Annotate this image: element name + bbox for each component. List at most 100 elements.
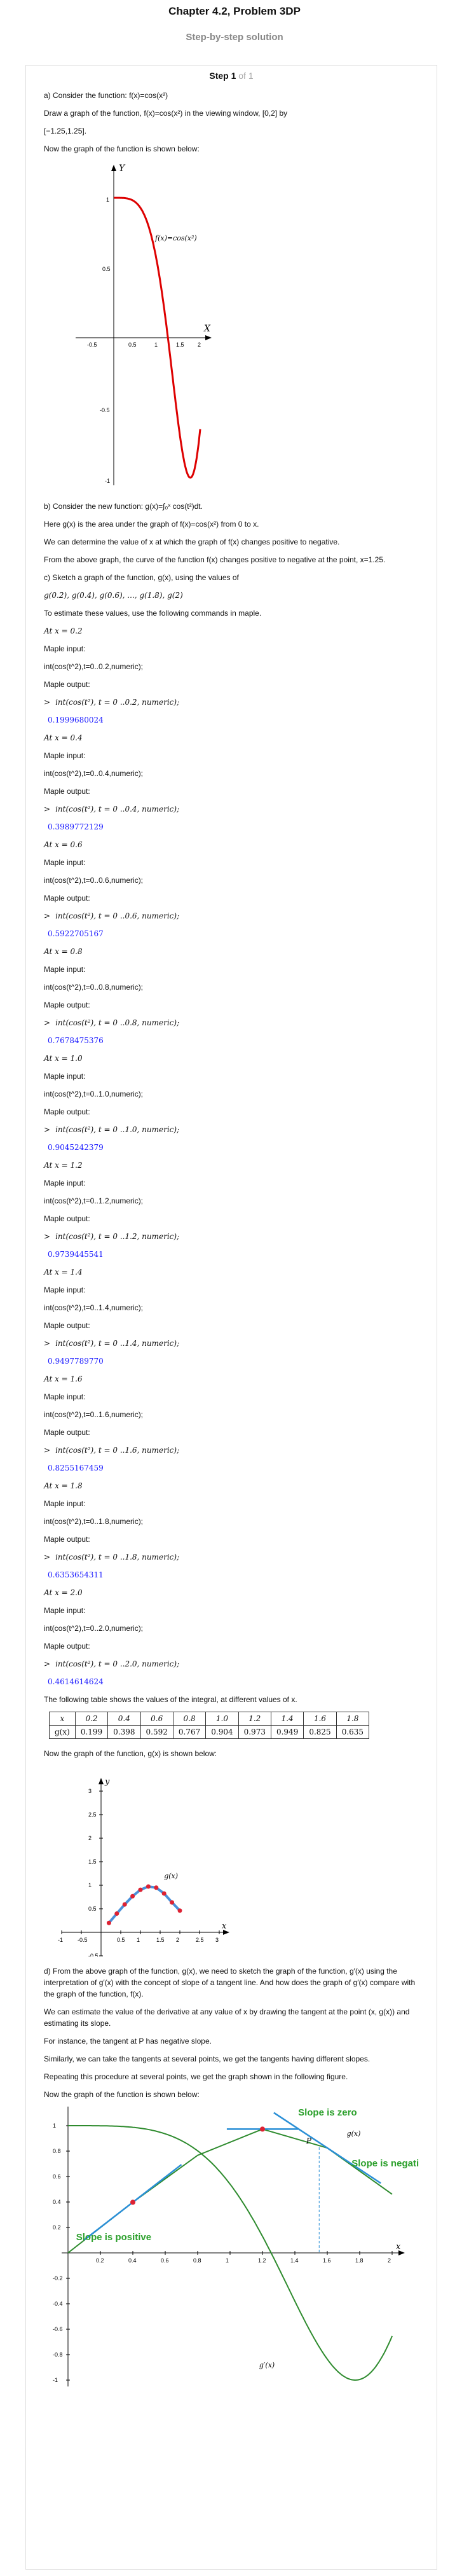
part-a-line4: Now the graph of the function is shown b… xyxy=(44,144,200,153)
part-c-line3: To estimate these values, use the follow… xyxy=(44,609,262,618)
derivative-graph: yx0.20.40.60.811.21.41.61.82-1-0.8-0.6-0… xyxy=(53,2107,419,2386)
maple-input-code: int(cos(t^2),t=0..0.4,numeric); xyxy=(44,769,144,778)
table-cell: 0.973 xyxy=(238,1725,271,1739)
part-d-line2: We can estimate the value of the derivat… xyxy=(44,2007,410,2028)
tangent-negative xyxy=(273,2112,381,2184)
maple-entries: At x = 0.2 Maple input: int(cos(t^2),t=0..… xyxy=(44,625,419,1687)
table-cell: 0.592 xyxy=(140,1725,173,1739)
maple-command: > int(cos(t²), t = 0 ..2.0, numeric); xyxy=(44,1658,419,1670)
f-graph: Y X -0.5 0.5 1 1.5 2 -1 -0.5 0.5 1 f(x)=… xyxy=(76,163,212,485)
maple-command: > int(cos(t²), t = 0 ..1.6, numeric); xyxy=(44,1444,419,1456)
solution-card: Step 1 of 1 a) Consider the function: f(… xyxy=(25,65,437,2570)
g-graph-xtick: 0.5 xyxy=(117,1937,125,1943)
maple-input-code: int(cos(t^2),t=0..1.2,numeric); xyxy=(44,1196,144,1205)
g-graph-xtick: -0.5 xyxy=(78,1937,88,1943)
table-cell: x xyxy=(49,1712,76,1726)
maple-input-label: Maple input: xyxy=(44,1285,86,1294)
table-cell: 0.4 xyxy=(107,1712,141,1726)
maple-at-label: At x = 0.6 xyxy=(44,840,83,849)
maple-result: 0.9739445541 xyxy=(48,1250,104,1259)
g-graph-intro: Now the graph of the function, g(x) is s… xyxy=(44,1749,217,1758)
table-cell: 0.2 xyxy=(74,1712,109,1726)
g-curve-label: g(x) xyxy=(347,2129,361,2138)
part-c-line2: g(0.2), g(0.4), g(0.6), ..., g(1.8), g(2… xyxy=(44,591,183,600)
maple-prompt-icon: > xyxy=(44,1446,51,1455)
slope-negative-label: Slope is negative xyxy=(351,2158,419,2169)
slope-positive-label: Slope is positive xyxy=(76,2232,151,2243)
maple-input-code: int(cos(t^2),t=0..0.8,numeric); xyxy=(44,983,144,992)
g-curve xyxy=(107,1885,181,1924)
maple-prompt-icon: > xyxy=(44,911,51,920)
step-label: Step 1 xyxy=(209,71,236,81)
maple-command-text: int(cos(t²), t = 0 ..1.8, numeric); xyxy=(55,1553,180,1562)
table-cell: 0.825 xyxy=(303,1725,337,1739)
maple-result: 0.9497789770 xyxy=(48,1357,104,1366)
table-cell: 1.0 xyxy=(205,1712,239,1726)
part-a-line2: Draw a graph of the function, f(x)=cos(x… xyxy=(44,109,288,118)
g-point xyxy=(170,1900,175,1905)
deriv-graph-ytick: 0.4 xyxy=(53,2199,61,2205)
maple-input-label: Maple input: xyxy=(44,644,86,653)
deriv-graph-ytick: -0.2 xyxy=(53,2275,63,2282)
g-graph-xtick: 1 xyxy=(137,1937,140,1943)
part-d-line3: For instance, the tangent at P has negat… xyxy=(44,2037,212,2046)
maple-output-label: Maple output: xyxy=(44,894,90,903)
maple-prompt-icon: > xyxy=(44,1553,51,1562)
tangent-point xyxy=(130,2199,135,2205)
maple-command: > int(cos(t²), t = 0 ..1.0, numeric); xyxy=(44,1124,419,1135)
maple-input-label: Maple input: xyxy=(44,858,86,867)
maple-entry: At x = 0.4 Maple input: int(cos(t^2),t=0..… xyxy=(44,732,419,833)
g-point xyxy=(154,1885,159,1890)
g-graph-xtick: 2 xyxy=(176,1937,179,1943)
table-cell: 0.767 xyxy=(172,1725,207,1739)
maple-input-code: int(cos(t^2),t=0..2.0,numeric); xyxy=(44,1624,144,1633)
page-subtitle: Step-by-step solution xyxy=(186,32,283,43)
g-graph-ytick: -0.5 xyxy=(88,1953,99,1956)
table-row: x 0.2 0.4 0.6 0.8 1.0 1.2 1.4 1.6 1.8 xyxy=(49,1712,370,1726)
deriv-graph-xtick: 1.4 xyxy=(290,2257,299,2264)
maple-command: > int(cos(t²), t = 0 ..1.2, numeric); xyxy=(44,1231,419,1242)
maple-command-text: int(cos(t²), t = 0 ..0.6, numeric); xyxy=(55,911,180,920)
g-graph-xlabel: x xyxy=(222,1922,227,1931)
maple-prompt-icon: > xyxy=(44,1339,51,1348)
maple-entry: At x = 0.8 Maple input: int(cos(t^2),t=0..… xyxy=(44,946,419,1046)
deriv-graph-ytick: 1 xyxy=(53,2122,56,2129)
slope-zero-label: Slope is zero xyxy=(298,2107,357,2118)
deriv-graph-ytick: 0.8 xyxy=(53,2148,61,2154)
maple-command: > int(cos(t²), t = 0 ..0.4, numeric); xyxy=(44,803,419,815)
g-point xyxy=(161,1891,167,1896)
maple-entry: At x = 0.6 Maple input: int(cos(t^2),t=0..… xyxy=(44,839,419,939)
maple-output-label: Maple output: xyxy=(44,1321,90,1330)
maple-command-text: int(cos(t²), t = 0 ..1.2, numeric); xyxy=(55,1232,180,1241)
g-graph-curve-label: g(x) xyxy=(164,1872,178,1880)
maple-entry: At x = 1.2 Maple input: int(cos(t^2),t=0..… xyxy=(44,1160,419,1260)
g-point xyxy=(177,1908,182,1913)
f-graph-ytick-3: 1 xyxy=(106,197,109,203)
g-point xyxy=(114,1911,119,1916)
part-d-line5: Repeating this procedure at several poin… xyxy=(44,2072,348,2081)
maple-at-label: At x = 0.8 xyxy=(44,947,83,956)
maple-command: > int(cos(t²), t = 0 ..0.6, numeric); xyxy=(44,910,419,922)
maple-command-text: int(cos(t²), t = 0 ..2.0, numeric); xyxy=(55,1659,180,1668)
maple-input-label: Maple input: xyxy=(44,1179,86,1188)
deriv-graph-ytick: 0.2 xyxy=(53,2224,61,2231)
table-cell: 0.398 xyxy=(107,1725,141,1739)
g-graph-ytick: 1 xyxy=(88,1882,92,1888)
maple-input-label: Maple input: xyxy=(44,1392,86,1401)
maple-result: 0.1999680024 xyxy=(48,716,104,724)
maple-input-code: int(cos(t^2),t=0..0.6,numeric); xyxy=(44,876,144,885)
maple-command-text: int(cos(t²), t = 0 ..0.4, numeric); xyxy=(55,805,180,814)
f-graph-xtick-1: 0.5 xyxy=(128,342,137,348)
maple-input-code: int(cos(t^2),t=0..1.0,numeric); xyxy=(44,1090,144,1098)
table-cell: 0.904 xyxy=(205,1725,239,1739)
maple-input-code: int(cos(t^2),t=0..1.8,numeric); xyxy=(44,1517,144,1526)
part-b-line2: Here g(x) is the area under the graph of… xyxy=(44,520,259,529)
g-graph-ytick: 2.5 xyxy=(88,1811,97,1818)
table-cell: 0.6 xyxy=(140,1712,173,1726)
maple-output-label: Maple output: xyxy=(44,680,90,689)
f-graph-y-arrow xyxy=(111,165,116,171)
deriv-graph-xtick: 1 xyxy=(226,2257,229,2264)
part-b-line1: b) Consider the new function: g(x)=∫₀ˣ c… xyxy=(44,502,203,511)
maple-command: > int(cos(t²), t = 0 ..0.8, numeric); xyxy=(44,1017,419,1028)
g-graph: y x -1 -0.5 0.5 1 1.5 2 2.5 3 -0.5 0.5 1 1.5 2 2.5 3 g(x) xyxy=(58,1777,229,1956)
